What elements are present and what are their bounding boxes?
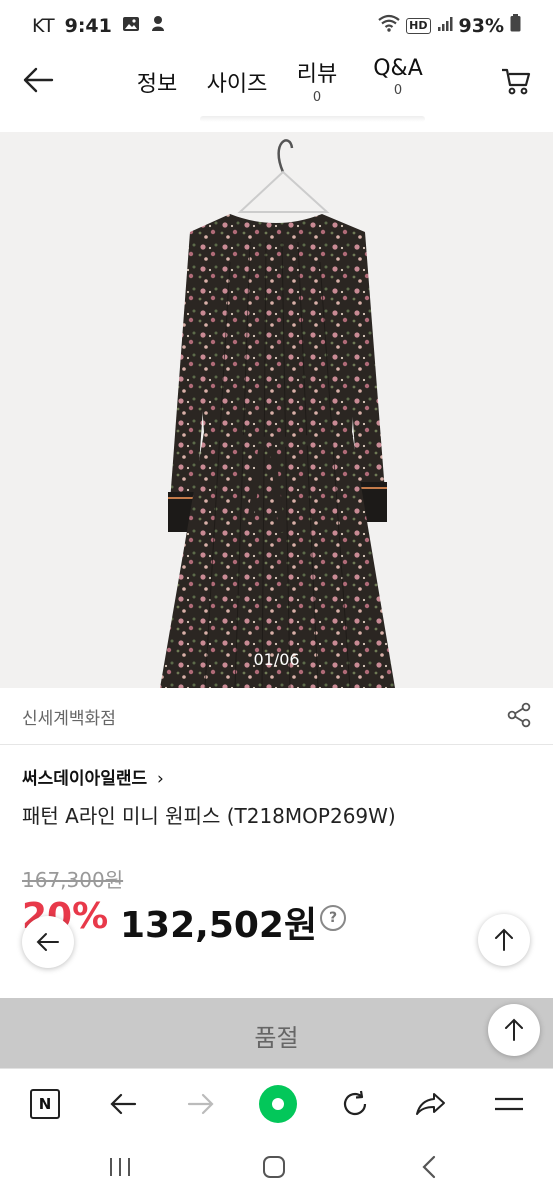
product-title: 패턴 A라인 미니 원피스 (T218MOP269W) (22, 804, 396, 828)
sold-out-bar: 품절 (0, 998, 553, 1068)
signal-icon (437, 15, 453, 37)
arrow-right-icon (187, 1093, 214, 1115)
back-button[interactable] (22, 66, 56, 96)
arrow-left-icon (110, 1093, 137, 1115)
home-square-icon (263, 1156, 285, 1178)
scroll-top-button-2[interactable] (488, 1004, 540, 1056)
green-dot-icon (259, 1085, 297, 1123)
system-navigation-bar (0, 1138, 553, 1200)
tab-review[interactable]: 리뷰 0 (294, 56, 340, 105)
dress-photo (160, 139, 395, 688)
wifi-icon (378, 14, 400, 37)
app-notification-icon (150, 14, 166, 37)
seller-row: 신세계백화점 (0, 688, 553, 745)
seller-name[interactable]: 신세계백화점 (22, 704, 116, 729)
green-dot-button[interactable] (258, 1084, 298, 1124)
tab-review-label: 리뷰 (296, 62, 338, 87)
naver-home-button[interactable]: N (28, 1087, 62, 1121)
home-button[interactable] (262, 1155, 286, 1183)
price-help-icon[interactable]: ? (320, 905, 346, 931)
naver-n-icon: N (30, 1089, 60, 1119)
refresh-button[interactable] (338, 1087, 372, 1121)
sold-out-label: 품절 (254, 1024, 299, 1052)
tab-info-label: 정보 (136, 72, 178, 97)
status-bar: KT 9:41 HD 93% (0, 0, 553, 52)
carrier-label: KT (32, 14, 55, 37)
tab-size-label: 사이즈 (206, 72, 268, 97)
tab-size[interactable]: 사이즈 (204, 66, 270, 98)
naver-n-glyph: N (38, 1095, 52, 1113)
brand-name: 써스데이아일랜드 (22, 769, 148, 789)
clock: 9:41 (64, 14, 112, 37)
browser-forward-button[interactable] (184, 1087, 218, 1121)
share-page-button[interactable] (414, 1087, 448, 1121)
tab-review-count: 0 (312, 90, 322, 105)
tab-qna-count: 0 (393, 83, 403, 98)
sale-price: 132,502원 (120, 905, 318, 946)
browser-toolbar: N (0, 1068, 553, 1139)
back-arrow-icon (23, 67, 54, 93)
recent-apps-button[interactable] (108, 1156, 132, 1182)
menu-button[interactable] (492, 1087, 526, 1121)
tab-indicator-shadow (200, 116, 425, 122)
chevron-right-icon: › (157, 769, 164, 789)
system-back-button[interactable] (420, 1155, 438, 1183)
share-icon (507, 702, 531, 728)
back-arrow-icon (36, 933, 59, 951)
status-right: HD 93% (378, 14, 521, 37)
arrow-up-icon (505, 1018, 523, 1041)
refresh-icon (343, 1090, 367, 1116)
scroll-top-button[interactable] (478, 914, 530, 966)
hamburger-menu-icon (495, 1097, 523, 1111)
tab-qna[interactable]: Q&A 0 (368, 56, 428, 98)
battery-icon (510, 14, 521, 37)
arrow-up-icon (495, 928, 513, 951)
share-button[interactable] (507, 702, 531, 732)
product-image-gallery[interactable]: 01/06 (0, 132, 553, 688)
floating-back-button[interactable] (22, 916, 74, 968)
tab-info[interactable]: 정보 (134, 66, 180, 98)
gallery-notification-icon (122, 15, 140, 37)
brand-link[interactable]: 써스데이아일랜드 › (22, 764, 164, 789)
browser-back-button[interactable] (106, 1087, 140, 1121)
cart-icon (502, 68, 531, 95)
status-left: KT 9:41 (32, 14, 166, 37)
share-arrow-icon (416, 1093, 445, 1115)
hd-badge: HD (406, 17, 431, 34)
battery-percent: 93% (458, 14, 504, 37)
image-counter: 01/06 (253, 650, 300, 669)
original-price: 167,300원 (22, 868, 124, 892)
recent-apps-icon (110, 1158, 130, 1176)
chevron-left-icon (422, 1155, 436, 1179)
cart-button[interactable] (500, 66, 534, 98)
tab-qna-label: Q&A (373, 56, 423, 81)
